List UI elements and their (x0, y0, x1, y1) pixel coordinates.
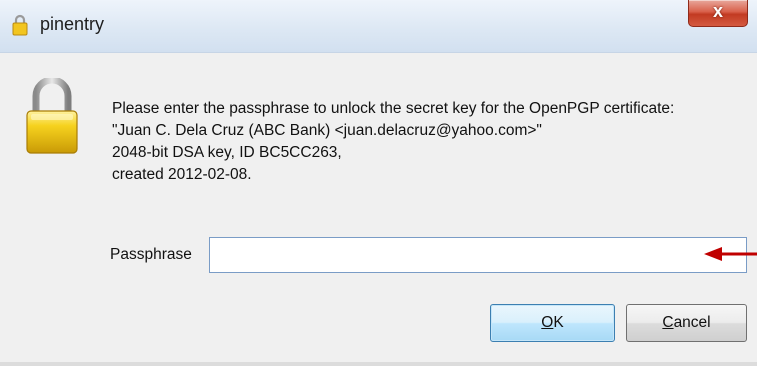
lock-icon (12, 14, 28, 36)
window-bottom-edge (0, 362, 757, 366)
message-line: 2048-bit DSA key, ID BC5CC263, (112, 144, 342, 161)
message-line: created 2012-02-08. (112, 166, 252, 183)
message-line: "Juan C. Dela Cruz (ABC Bank) <juan.dela… (112, 122, 542, 139)
prompt-message: Please enter the passphrase to unlock th… (112, 98, 752, 186)
ok-mnemonic: O (541, 314, 554, 331)
padlock-icon (26, 78, 78, 154)
cancel-button[interactable]: Cancel (626, 304, 747, 342)
close-button[interactable]: x (688, 0, 748, 27)
cancel-mnemonic: C (662, 314, 674, 331)
ok-label-rest: K (553, 314, 564, 331)
close-icon: x (712, 1, 723, 21)
passphrase-input[interactable] (209, 237, 747, 273)
window-title: pinentry (40, 14, 105, 34)
cancel-label-rest: ancel (673, 314, 711, 331)
red-arrow-icon (704, 247, 757, 261)
passphrase-label: Passphrase (110, 246, 192, 263)
pinentry-window: pinentry x Please enter the passphrase t… (0, 0, 757, 366)
title-bar[interactable]: pinentry x (0, 0, 757, 53)
ok-button[interactable]: OK (490, 304, 615, 342)
message-line: Please enter the passphrase to unlock th… (112, 100, 675, 117)
